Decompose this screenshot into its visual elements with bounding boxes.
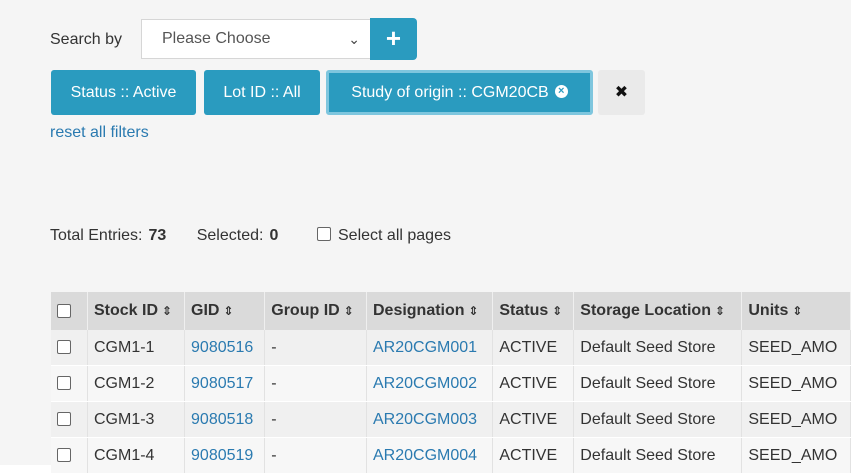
gid-link[interactable]: 9080519 — [184, 437, 266, 474]
total-entries-label: Total Entries: — [50, 227, 143, 244]
units-cell: SEED_AMO — [741, 401, 851, 438]
table-row[interactable]: CGM1-4 9080519 - AR20CGM004 ACTIVE Defau… — [51, 437, 851, 474]
column-header-stock-id[interactable]: Stock ID ⇕ — [87, 292, 186, 330]
column-header-units[interactable]: Units ⇕ — [741, 292, 851, 330]
row-checkbox[interactable] — [57, 376, 71, 391]
sort-icon: ⇕ — [343, 304, 354, 318]
sort-icon: ⇕ — [468, 304, 479, 318]
filter-chip-label: Study of origin :: CGM20CB — [351, 84, 549, 101]
designation-link[interactable]: AR20CGM001 — [366, 330, 494, 366]
filter-panel: Search by Please Choose ⌄ + Status :: Ac… — [0, 0, 851, 474]
row-select[interactable] — [51, 330, 88, 366]
select-all-pages[interactable]: Select all pages — [317, 227, 451, 245]
row-checkbox[interactable] — [57, 340, 71, 355]
group-id-cell: - — [264, 365, 367, 402]
column-header-status[interactable]: Status ⇕ — [492, 292, 575, 330]
select-all-pages-label: Select all pages — [338, 227, 451, 244]
filter-chip-lot-id[interactable]: Lot ID :: All — [204, 70, 320, 115]
units-cell: SEED_AMO — [741, 330, 851, 366]
row-checkbox[interactable] — [57, 412, 71, 427]
table-row[interactable]: CGM1-3 9080518 - AR20CGM003 ACTIVE Defau… — [51, 401, 851, 438]
group-id-cell: - — [264, 401, 367, 438]
storage-location-cell: Default Seed Store — [573, 401, 743, 438]
storage-location-cell: Default Seed Store — [573, 330, 743, 366]
clear-filters-button[interactable]: ✖ — [598, 70, 645, 115]
total-entries-value: 73 — [148, 227, 167, 244]
storage-location-cell: Default Seed Store — [573, 437, 743, 474]
row-select[interactable] — [51, 401, 88, 438]
stock-id-cell: CGM1-3 — [87, 401, 186, 438]
chevron-down-icon: ⌄ — [348, 31, 360, 47]
table-row[interactable]: CGM1-1 9080516 - AR20CGM001 ACTIVE Defau… — [51, 330, 851, 366]
status-cell: ACTIVE — [492, 437, 575, 474]
row-select[interactable] — [51, 437, 88, 474]
status-cell: ACTIVE — [492, 401, 575, 438]
storage-location-cell: Default Seed Store — [573, 365, 743, 402]
add-filter-button[interactable]: + — [370, 18, 417, 60]
gid-link[interactable]: 9080517 — [184, 365, 266, 402]
units-cell: SEED_AMO — [741, 437, 851, 474]
selected-label: Selected: — [196, 227, 264, 244]
filter-chip-status[interactable]: Status :: Active — [51, 70, 196, 115]
search-by-label: Search by — [50, 31, 123, 48]
designation-link[interactable]: AR20CGM003 — [366, 401, 494, 438]
status-cell: ACTIVE — [492, 330, 575, 366]
reset-all-filters-link[interactable]: reset all filters — [50, 124, 149, 142]
column-header-designation[interactable]: Designation ⇕ — [366, 292, 494, 330]
sort-icon: ⇕ — [223, 304, 234, 318]
row-checkbox[interactable] — [57, 448, 71, 463]
group-id-cell: - — [264, 437, 367, 474]
column-header-group-id[interactable]: Group ID ⇕ — [264, 292, 367, 330]
inventory-table: Stock ID ⇕ GID ⇕ Group ID ⇕ Designation ⇕ St… — [51, 292, 851, 474]
column-header-gid[interactable]: GID ⇕ — [184, 292, 266, 330]
designation-link[interactable]: AR20CGM002 — [366, 365, 494, 402]
gid-link[interactable]: 9080516 — [184, 330, 266, 366]
sort-icon: ⇕ — [162, 304, 173, 318]
sort-icon: ⇕ — [714, 304, 726, 318]
header-select-all[interactable] — [51, 292, 88, 330]
designation-link[interactable]: AR20CGM004 — [366, 437, 494, 474]
gid-link[interactable]: 9080518 — [184, 401, 266, 438]
stock-id-cell: CGM1-1 — [87, 330, 186, 366]
search-by-select[interactable]: Please Choose ⌄ — [141, 19, 370, 59]
stock-id-cell: CGM1-2 — [87, 365, 186, 402]
status-cell: ACTIVE — [492, 365, 575, 402]
stock-id-cell: CGM1-4 — [87, 437, 186, 474]
remove-filter-icon[interactable]: × — [554, 84, 568, 98]
column-header-storage-location[interactable]: Storage Location ⇕ — [573, 292, 743, 330]
search-by-placeholder: Please Choose — [162, 30, 271, 47]
table-row[interactable]: CGM1-2 9080517 - AR20CGM002 ACTIVE Defau… — [51, 365, 851, 402]
select-all-pages-checkbox[interactable] — [317, 227, 331, 242]
sort-icon: ⇕ — [792, 304, 803, 318]
selected-value: 0 — [269, 227, 279, 244]
filter-chip-study-of-origin[interactable]: Study of origin :: CGM20CB × — [326, 70, 593, 115]
header-checkbox[interactable] — [57, 303, 71, 318]
row-select[interactable] — [51, 365, 88, 402]
units-cell: SEED_AMO — [741, 365, 851, 402]
table-header-row: Stock ID ⇕ GID ⇕ Group ID ⇕ Designation ⇕ St… — [51, 292, 851, 330]
group-id-cell: - — [264, 330, 367, 366]
sort-icon: ⇕ — [552, 304, 563, 318]
entries-summary: Total Entries: 73 Selected: 0 — [50, 227, 278, 245]
